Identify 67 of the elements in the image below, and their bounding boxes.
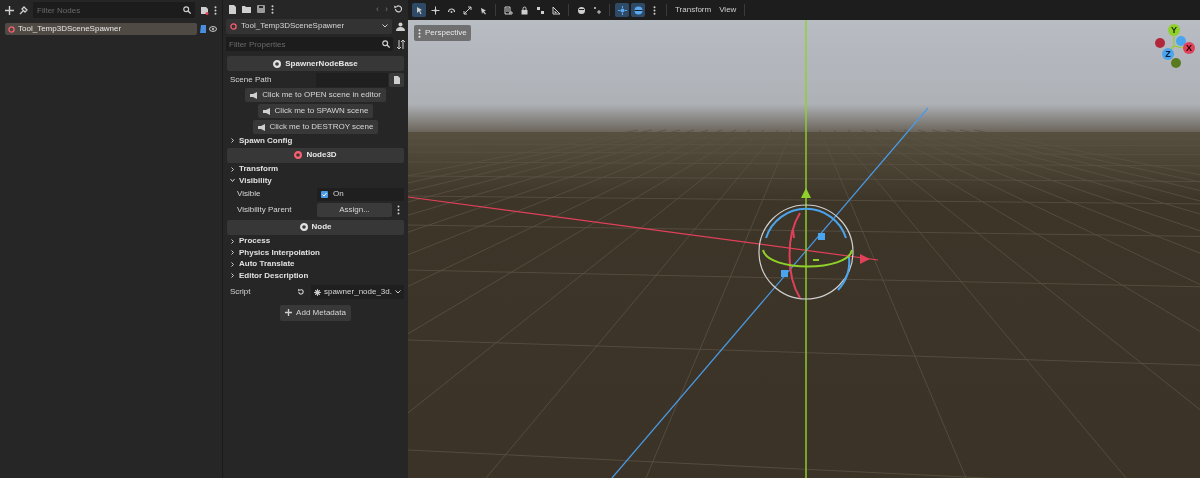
toolbar-button[interactable] (412, 3, 426, 17)
search-icon (382, 40, 390, 48)
node-circle-icon (8, 25, 15, 33)
ruler-icon (551, 5, 561, 15)
property-group[interactable]: Spawn Config (227, 135, 404, 147)
rotate-icon (446, 5, 456, 15)
scene-tree-item[interactable]: Tool_Temp3DSceneSpawner (5, 23, 197, 35)
open-file-button[interactable] (389, 72, 404, 87)
gear-icon (313, 288, 321, 296)
pointer-icon (478, 5, 488, 15)
lock-icon (519, 5, 529, 15)
property-group[interactable]: Auto Translate (227, 258, 404, 270)
save-icon[interactable] (257, 5, 265, 13)
chevron-right-icon (230, 166, 235, 172)
assign-button[interactable]: Assign... (317, 203, 392, 217)
action-button[interactable]: Click me to DESTROY scene (252, 120, 379, 134)
add-metadata-button[interactable]: Add Metadata (280, 304, 351, 321)
more-icon[interactable] (271, 4, 274, 14)
search-icon (183, 6, 191, 14)
reload-icon[interactable] (297, 288, 305, 296)
history-forward-button[interactable]: › (385, 4, 388, 14)
chevron-down-icon (230, 178, 235, 184)
section-header: SpawnerNodeBase (227, 56, 404, 71)
script-icon[interactable] (200, 5, 209, 15)
more-icon (418, 28, 421, 38)
toolbar-button[interactable] (460, 3, 474, 17)
node-circle-icon (230, 22, 237, 30)
script-dropdown[interactable]: spawner_node_3d. (310, 285, 404, 299)
folder-icon[interactable] (242, 5, 251, 13)
section-header: Node3D (227, 147, 404, 163)
property-group[interactable]: Transform (227, 163, 404, 175)
node-selector-dropdown[interactable]: Tool_Temp3DSceneSpawner (226, 18, 392, 34)
history-back-button[interactable]: ‹ (376, 4, 379, 14)
scene-path-field[interactable] (316, 72, 388, 87)
new-document-icon[interactable] (229, 4, 236, 14)
chevron-down-icon (382, 24, 388, 28)
action-button[interactable]: Click me to OPEN scene in editor (245, 88, 386, 102)
property-group[interactable]: Visibility (227, 175, 404, 187)
history-icon[interactable] (394, 5, 402, 13)
sort-icon[interactable] (397, 39, 405, 49)
visible-checkbox[interactable]: On (317, 187, 404, 201)
more-icon[interactable] (214, 5, 217, 15)
property-label: Visible (237, 188, 262, 200)
person-icon[interactable] (396, 21, 405, 31)
property-label: Scene Path (230, 73, 273, 86)
sphere-icon (576, 5, 586, 15)
checkbox-icon (321, 190, 328, 198)
property-label: Script (230, 286, 252, 298)
move-icon (430, 5, 440, 15)
property-group[interactable]: Editor Description (227, 270, 404, 282)
snap-icon (535, 5, 545, 15)
add-icon (285, 309, 293, 316)
section-header: Node (227, 219, 404, 235)
file-icon (393, 75, 400, 84)
eye-icon[interactable] (209, 26, 217, 32)
perspective-button[interactable]: Perspective (414, 25, 471, 41)
chevron-right-icon (230, 138, 235, 144)
scale-icon (462, 5, 472, 15)
menu-button[interactable]: View (716, 4, 740, 16)
action-button[interactable]: Click me to SPAWN scene (257, 104, 374, 118)
add-icon[interactable] (5, 5, 14, 15)
select-icon (414, 5, 424, 15)
chevron-down-icon (395, 290, 401, 294)
property-label: Visibility Parent (237, 204, 293, 216)
property-group[interactable]: Physics Interpolation (227, 247, 404, 259)
menu-button[interactable]: Transform (672, 4, 715, 16)
property-group[interactable]: Process (227, 235, 404, 247)
